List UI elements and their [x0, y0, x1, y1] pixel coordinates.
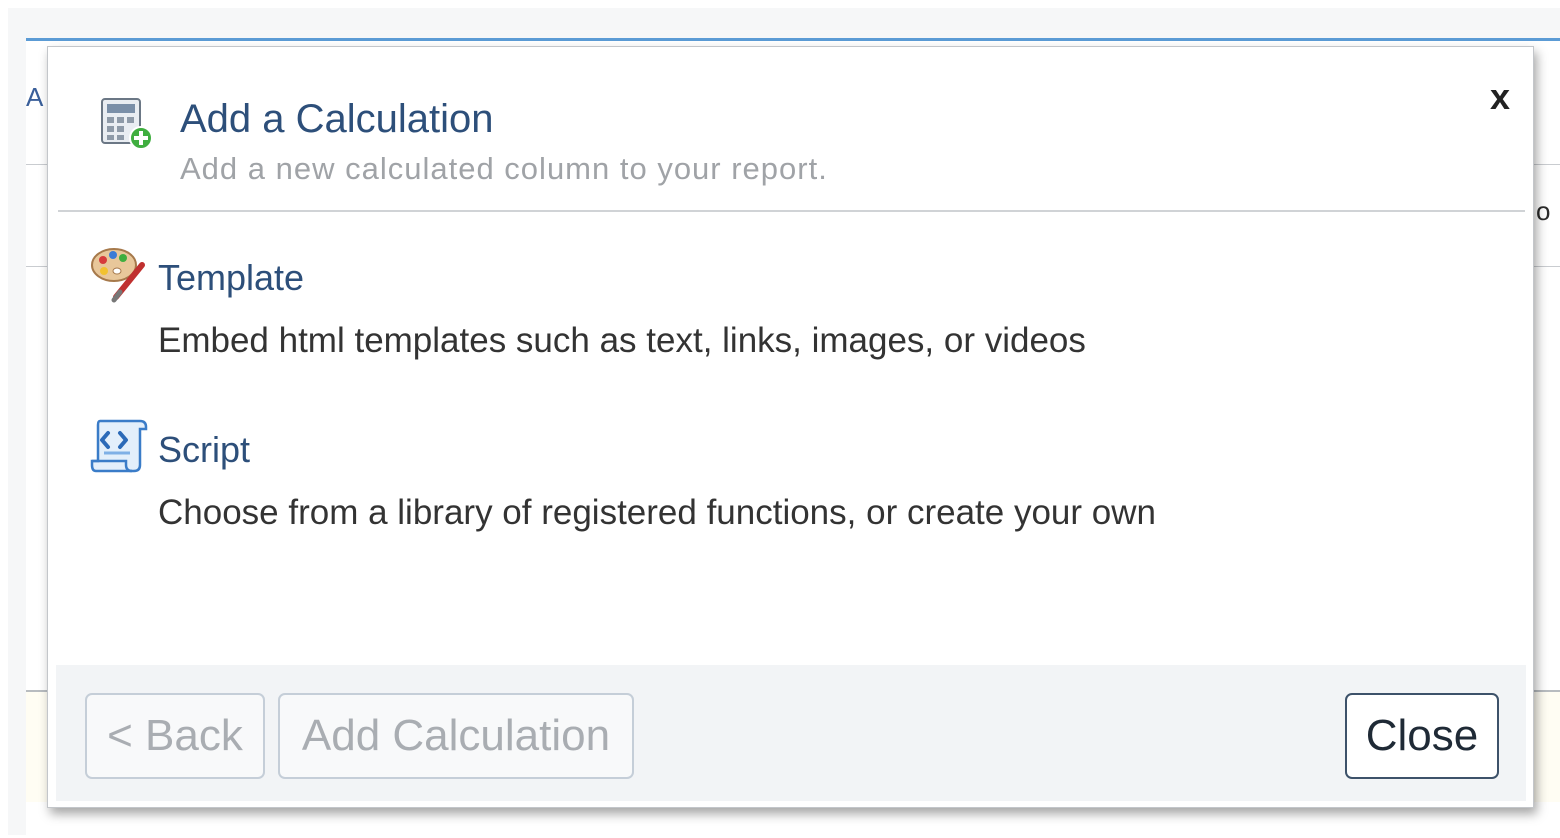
dialog-subtitle: Add a new calculated column to your repo… — [180, 151, 828, 186]
template-option-title: Template — [158, 257, 305, 298]
dialog-header: Add a Calculation Add a new calculated c… — [48, 47, 1533, 212]
script-icon — [90, 415, 148, 475]
script-option-description: Choose from a library of registered func… — [158, 493, 1156, 532]
palette-brush-icon — [90, 243, 148, 303]
close-button[interactable]: Close — [1345, 693, 1499, 779]
add-calculation-dialog: Add a Calculation Add a new calculated c… — [47, 46, 1534, 808]
calculator-add-icon — [100, 97, 156, 153]
header-divider — [58, 210, 1525, 212]
background-text-fragment: o — [1536, 196, 1551, 226]
script-option[interactable]: Script Choose from a library of register… — [90, 415, 1390, 545]
back-button[interactable]: < Back — [85, 693, 265, 779]
dialog-title: Add a Calculation — [180, 97, 494, 141]
add-calculation-button[interactable]: Add Calculation — [278, 693, 634, 779]
template-option-description: Embed html templates such as text, links… — [158, 321, 1086, 360]
script-option-title: Script — [158, 429, 251, 470]
template-option[interactable]: Template Embed html templates such as te… — [90, 243, 1390, 373]
background-text-fragment: A — [26, 82, 44, 112]
close-x-button[interactable]: x — [1482, 77, 1518, 117]
dialog-footer: < Back Add Calculation Close — [56, 665, 1526, 801]
